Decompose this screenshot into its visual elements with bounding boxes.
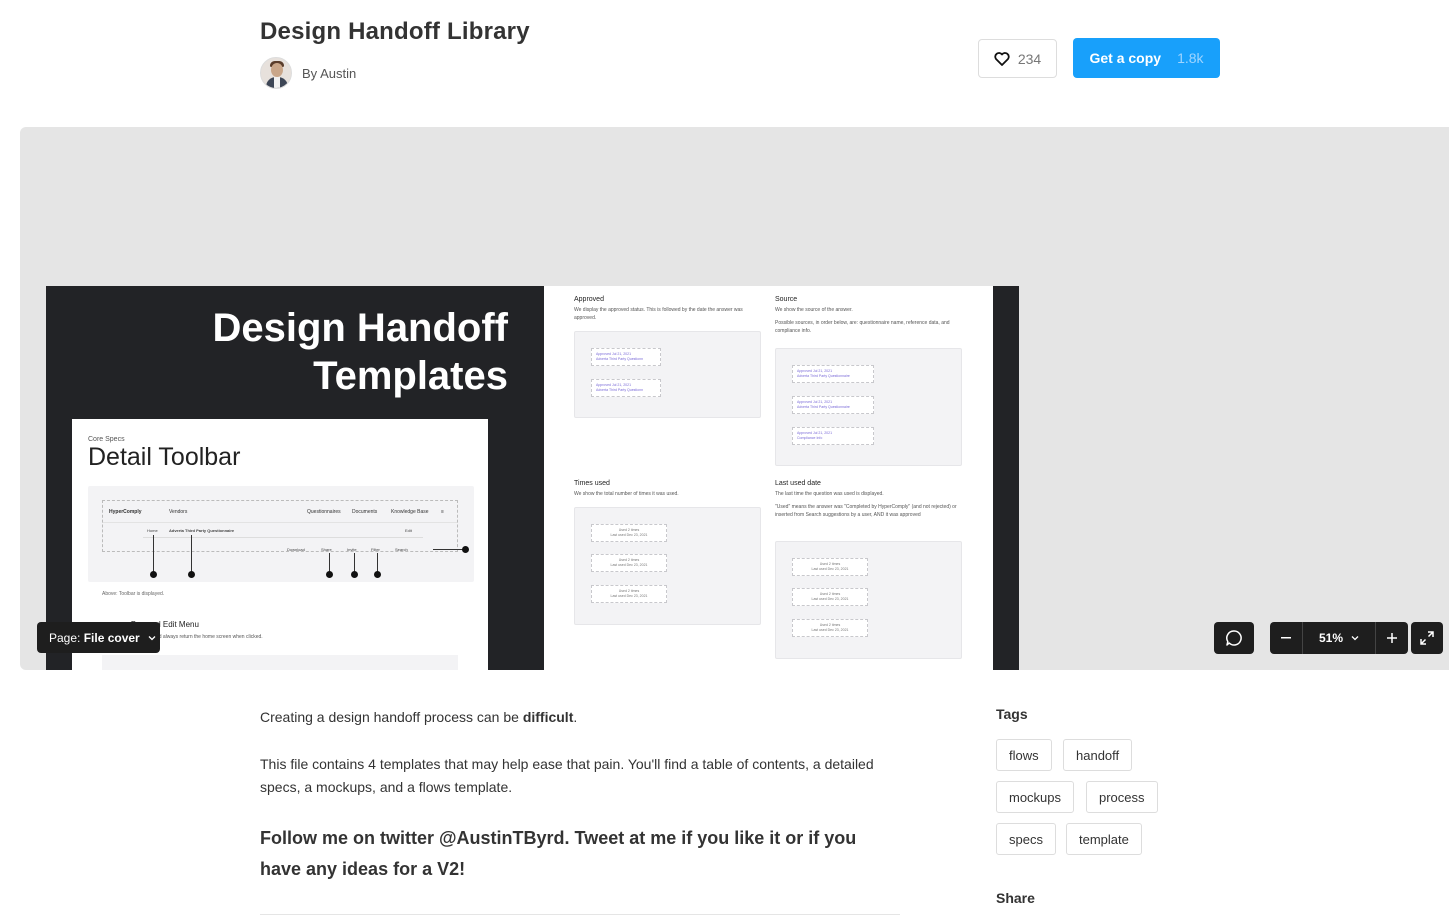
section-approved: Approved We display the approved status.… <box>574 296 764 418</box>
cover-title: Design Handoff Templates <box>212 304 508 400</box>
section-text: We show the source of the answer. <box>775 307 853 313</box>
plus-icon <box>1387 633 1397 643</box>
section-times-used: Times used We show the total number of t… <box>574 480 764 625</box>
cover-title-line1: Design Handoff <box>212 306 508 350</box>
mock-action: Filter <box>371 547 380 552</box>
like-count: 234 <box>1017 50 1042 67</box>
author-link[interactable]: By Austin <box>260 57 356 89</box>
section-text: We display the approved status. This is … <box>574 307 743 321</box>
page-name: File cover <box>83 630 140 645</box>
section-source: Source We show the source of the answer.… <box>775 296 965 466</box>
next-frame-edge <box>993 286 1019 670</box>
approved-chip: Approved Jul 21, 2021 Adverta Third Party… <box>591 348 661 366</box>
zoom-level-dropdown[interactable]: 51% <box>1303 622 1375 654</box>
like-button[interactable]: 234 <box>978 39 1057 78</box>
copy-count: 1.8k <box>1177 50 1204 66</box>
times-used-chip: Used 2 times Last used Dec 23, 2021 <box>591 524 667 542</box>
minus-icon <box>1281 637 1291 639</box>
mock-action: Share <box>321 547 332 552</box>
mock-vendors: Vendors <box>169 509 188 515</box>
get-a-copy-button[interactable]: Get a copy 1.8k <box>1073 38 1220 78</box>
mock-edit: Edit <box>405 528 412 533</box>
last-used-chip: Used 2 times Last used Dec 23, 2021 <box>792 619 868 637</box>
mock-breadcrumb-item: Adverta Third Party Questionnaire <box>169 528 235 533</box>
fullscreen-button[interactable] <box>1411 622 1443 654</box>
spec-title: Detail Toolbar <box>88 443 241 471</box>
times-used-chip: Used 2 times Last used Dec 23, 2021 <box>591 554 667 572</box>
tag-template[interactable]: template <box>1066 823 1142 855</box>
mock-action: Download <box>287 547 305 552</box>
description-follow: Follow me on twitter @AustinTByrd. Tweet… <box>260 828 857 879</box>
approved-chip: Approved Jul 21, 2021 Adverta Third Party… <box>591 379 661 397</box>
source-chip: Approved Jul 21, 2021 Adverta Third Party… <box>792 396 874 414</box>
mock-action: Invite <box>347 547 357 552</box>
section-text: Possible sources, in order below, are: q… <box>775 320 950 334</box>
menu-icon: ≡ <box>441 509 444 515</box>
tag-process[interactable]: process <box>1086 781 1158 813</box>
tag-handoff[interactable]: handoff <box>1063 739 1133 771</box>
heart-icon <box>994 51 1010 66</box>
last-used-chip: Used 2 times Last used Dec 23, 2021 <box>792 558 868 576</box>
page-title: Design Handoff Library <box>260 18 530 45</box>
section-title: Last used date <box>775 480 821 487</box>
spec-kicker: Core Specs <box>88 436 125 443</box>
chevron-down-icon <box>1351 636 1359 641</box>
last-used-chip: Used 2 times Last used Dec 23, 2021 <box>792 588 868 606</box>
cover-title-line2: Templates <box>313 354 508 398</box>
zoom-controls: 51% <box>1270 622 1408 654</box>
toolbar-mockup: HyperComply Vendors Questionnaires Docum… <box>88 486 474 582</box>
page-selector[interactable]: Page: File cover <box>37 622 160 653</box>
avatar <box>260 57 292 89</box>
spec-mockup-2 <box>102 655 458 670</box>
section-title: Approved <box>574 296 604 303</box>
page-prefix: Page: <box>49 630 81 645</box>
comment-button[interactable] <box>1214 622 1254 654</box>
description-intro: Creating a design handoff process can be… <box>260 709 578 725</box>
mock-breadcrumb: Home <box>147 528 158 533</box>
spec-caption: Above: Toolbar is displayed. <box>102 591 165 597</box>
mock-action: Search <box>395 547 408 552</box>
section-last-used: Last used date The last time the questio… <box>775 480 965 659</box>
mock-nav-item: Knowledge Base <box>391 509 429 515</box>
description-paragraph: This file contains 4 templates that may … <box>260 756 874 795</box>
file-description: Creating a design handoff process can be… <box>260 706 900 909</box>
source-chip: Approved Jul 21, 2021 Compliance Info <box>792 427 874 445</box>
cover-frame: Design Handoff Templates Core Specs Deta… <box>46 286 544 670</box>
tags-heading: Tags <box>996 706 1028 722</box>
comment-icon <box>1226 630 1242 646</box>
share-heading: Share <box>996 890 1035 906</box>
section-text: We show the total number of times it was… <box>574 491 679 497</box>
chevron-down-icon <box>148 635 156 640</box>
tag-specs[interactable]: specs <box>996 823 1056 855</box>
mock-nav-item: Questionnaires <box>307 509 341 515</box>
zoom-level: 51% <box>1318 631 1344 645</box>
source-chip: Approved Jul 21, 2021 Adverta Third Party… <box>792 365 874 383</box>
zoom-in-button[interactable] <box>1376 622 1408 654</box>
get-a-copy-label: Get a copy <box>1089 50 1162 66</box>
section-text: "Used" means the answer was "Completed b… <box>775 504 957 518</box>
expand-icon <box>1420 631 1434 645</box>
author-name[interactable]: By Austin <box>302 66 356 81</box>
section-title: Source <box>775 296 798 303</box>
times-used-chip: Used 2 times Last used Dec 23, 2021 <box>591 585 667 603</box>
mock-brand: HyperComply <box>109 509 142 515</box>
divider <box>260 914 900 915</box>
zoom-out-button[interactable] <box>1270 622 1302 654</box>
tag-mockups[interactable]: mockups <box>996 781 1075 813</box>
specs-frame: Approved We display the approved status.… <box>544 286 993 670</box>
section-title: Times used <box>574 480 610 487</box>
section-text: The last time the question was used is d… <box>775 491 884 497</box>
mock-nav-item: Documents <box>352 509 378 515</box>
file-preview-canvas[interactable]: Design Handoff Templates Core Specs Deta… <box>20 127 1449 670</box>
tag-flows[interactable]: flows <box>996 739 1052 771</box>
